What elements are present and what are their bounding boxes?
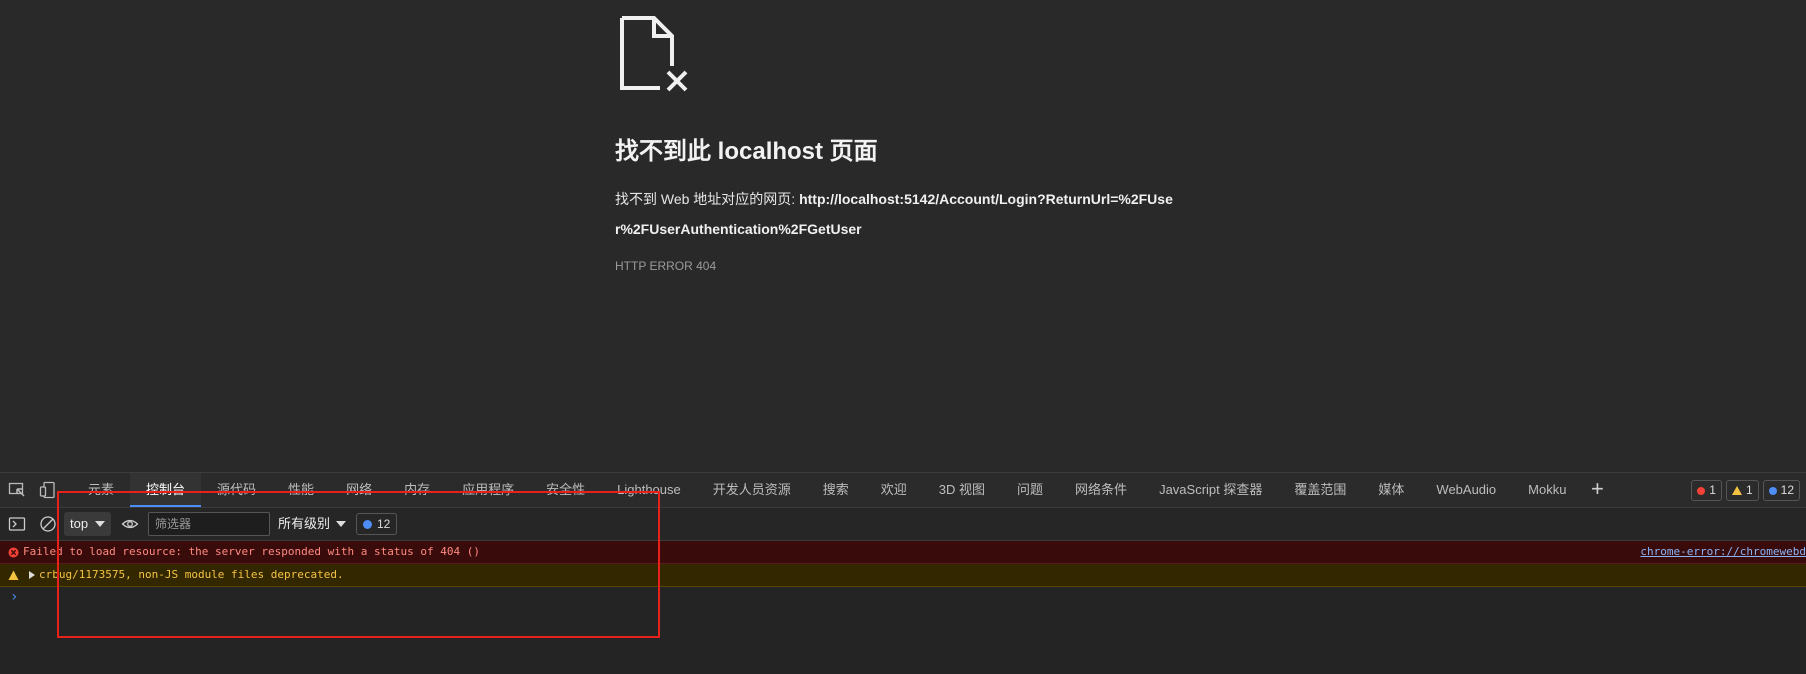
tab-0[interactable]: 元素 (72, 473, 130, 507)
devtools-panel: 元素 控制台 源代码 性能 网络 内存 应用程序 安全性 Lighthouse 开发人员资源 搜索欢… (0, 472, 1806, 674)
warning-icon (1731, 486, 1742, 495)
show-sidebar-icon[interactable] (8, 515, 26, 533)
chevron-down-icon (336, 521, 346, 527)
devtools-tabbar: 元素 控制台 源代码 性能 网络 内存 应用程序 安全性 Lighthouse 开发人员资源 搜索欢… (0, 473, 1806, 508)
warning-counter[interactable]: 1 (1725, 480, 1759, 501)
tab-14[interactable]: 网络条件 (1059, 473, 1143, 507)
tab-15[interactable]: JavaScript 探查器 (1143, 473, 1278, 507)
inspect-element-icon[interactable] (8, 481, 26, 499)
add-tab-icon[interactable]: + (1582, 473, 1612, 507)
console-toolbar: top 筛选器 所有级别 12 (0, 508, 1806, 541)
console-log: Failed to load resource: the server resp… (0, 541, 1806, 605)
error-code: HTTP ERROR 404 (615, 259, 717, 273)
chevron-down-icon (95, 521, 105, 527)
log-message: Failed to load resource: the server resp… (23, 545, 480, 558)
page-message: 找不到 Web 地址对应的网页: http://localhost:5142/A… (615, 184, 1175, 244)
error-counter[interactable]: 1 (1691, 480, 1722, 501)
tab-4[interactable]: 网络 (330, 473, 388, 507)
tab-7[interactable]: 安全性 (530, 473, 601, 507)
expand-arrow-icon[interactable] (29, 571, 35, 579)
log-row-error[interactable]: Failed to load resource: the server resp… (0, 541, 1806, 564)
tab-6[interactable]: 应用程序 (446, 473, 530, 507)
tab-10[interactable]: 搜索 (807, 473, 865, 507)
message-icon (1768, 486, 1777, 495)
error-page: 找不到此 localhost 页面 找不到 Web 地址对应的网页: http:… (0, 0, 1806, 472)
tab-19[interactable]: Mokku (1512, 473, 1582, 507)
log-source-link[interactable]: chrome-error://chromewebd (1640, 541, 1806, 563)
tab-13[interactable]: 问题 (1001, 473, 1059, 507)
context-selector[interactable]: top (64, 512, 111, 536)
console-prompt[interactable]: › (10, 589, 18, 605)
tab-12[interactable]: 3D 视图 (923, 473, 1001, 507)
issue-counters[interactable]: 1 1 12 (1691, 480, 1800, 501)
tab-11[interactable]: 欢迎 (865, 473, 923, 507)
message-icon (363, 519, 372, 529)
message-counter[interactable]: 12 (1762, 480, 1800, 501)
log-level-selector[interactable]: 所有级别 (278, 512, 348, 536)
issues-button[interactable]: 12 (356, 513, 398, 535)
devtools-tabs: 元素 控制台 源代码 性能 网络 内存 应用程序 安全性 Lighthouse 开发人员资源 搜索欢… (72, 473, 1612, 507)
tab-8[interactable]: Lighthouse (601, 473, 697, 507)
device-toolbar-icon[interactable] (39, 481, 57, 499)
tab-1[interactable]: 控制台 (130, 473, 202, 507)
tab-18[interactable]: WebAudio (1420, 473, 1512, 507)
tab-17[interactable]: 媒体 (1362, 473, 1420, 507)
tab-9[interactable]: 开发人员资源 (697, 473, 807, 507)
eye-icon[interactable] (121, 515, 139, 533)
tab-5[interactable]: 内存 (388, 473, 446, 507)
page-title: 找不到此 localhost 页面 (615, 138, 878, 165)
log-row-warning[interactable]: crbug/1173575, non-JS module files depre… (0, 564, 1806, 587)
message-prefix: 找不到 Web 地址对应的网页: (615, 191, 800, 207)
error-icon (1697, 486, 1706, 495)
tab-16[interactable]: 覆盖范围 (1278, 473, 1362, 507)
missing-file-icon (620, 16, 688, 92)
filter-input[interactable]: 筛选器 (148, 512, 270, 536)
warning-icon (8, 570, 19, 580)
tab-2[interactable]: 源代码 (201, 473, 272, 507)
tab-3[interactable]: 性能 (272, 473, 330, 507)
clear-console-icon[interactable] (39, 515, 57, 533)
log-message: crbug/1173575, non-JS module files depre… (39, 568, 344, 581)
error-icon (8, 547, 19, 558)
